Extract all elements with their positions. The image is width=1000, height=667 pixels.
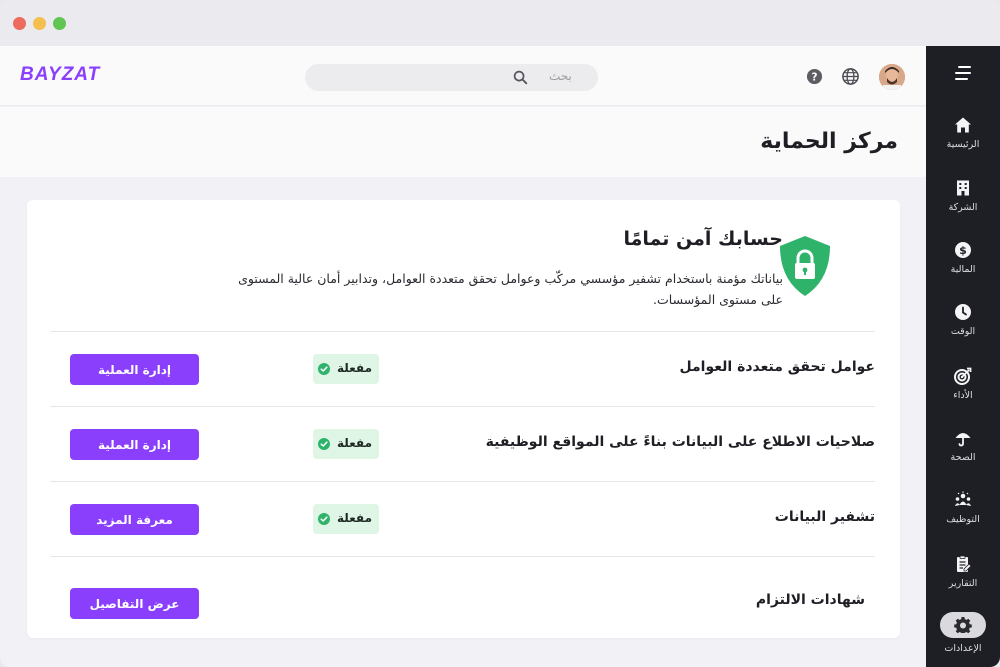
sidebar-item-label: الإعدادات: [944, 643, 982, 654]
help-icon[interactable]: ?: [806, 68, 823, 85]
close-window-button[interactable]: [13, 17, 26, 30]
minimize-window-button[interactable]: [33, 17, 46, 30]
manage-permissions-button[interactable]: إدارة العملية: [70, 429, 199, 460]
active-indicator: [940, 612, 986, 638]
check-circle-icon: [318, 513, 330, 525]
status-badge: مفعلة: [313, 354, 379, 384]
maximize-window-button[interactable]: [53, 17, 66, 30]
gear-icon: [954, 617, 972, 634]
sidebar: الرئيسية الشركة $ المالية الوقت الأداء ا…: [926, 46, 1000, 667]
search-input[interactable]: بحث: [305, 64, 598, 91]
top-header: BAYZAT بحث ?: [0, 46, 926, 106]
check-circle-icon: [318, 438, 330, 450]
bayzat-logo[interactable]: BAYZAT: [20, 64, 100, 86]
row-label: شهادات الالتزام: [755, 592, 865, 608]
search-placeholder: بحث: [549, 69, 572, 83]
sidebar-item-home[interactable]: الرئيسية: [926, 116, 1000, 168]
status-badge-label: مفعلة: [336, 361, 372, 375]
sidebar-item-recruitment[interactable]: التوظيف: [926, 491, 1000, 543]
report-icon: [957, 555, 972, 572]
avatar-image: [879, 64, 905, 90]
sidebar-item-label: الصحة: [950, 452, 976, 463]
sidebar-item-label: المالية: [950, 264, 976, 275]
check-circle-icon: [318, 363, 330, 375]
status-badge-label: مفعلة: [336, 511, 372, 525]
sidebar-item-performance[interactable]: الأداء: [926, 367, 1000, 419]
building-icon: [957, 180, 969, 196]
sidebar-item-label: الوقت: [950, 326, 976, 337]
page-title-bar: مركز الحماية: [0, 107, 926, 177]
clock-icon: [955, 304, 971, 320]
security-status-description: بياناتك مؤمنة باستخدام تشفير مؤسسي مركّب…: [238, 271, 783, 307]
sidebar-item-time[interactable]: الوقت: [926, 303, 1000, 355]
sidebar-item-settings[interactable]: الإعدادات: [926, 612, 1000, 664]
sidebar-item-label: الرئيسية: [946, 139, 980, 150]
security-row-access-permissions: صلاحيات الاطلاع على البيانات بناءً على ا…: [50, 406, 875, 481]
sidebar-item-finance[interactable]: $ المالية: [926, 241, 1000, 293]
row-label: صلاحيات الاطلاع على البيانات بناءً على ا…: [485, 434, 875, 450]
dollar-icon: $: [955, 242, 971, 258]
sidebar-item-label: الشركة: [948, 202, 978, 213]
svg-text:?: ?: [811, 71, 817, 83]
svg-text:$: $: [959, 244, 967, 257]
sidebar-item-label: التوظيف: [946, 514, 980, 525]
security-row-compliance: شهادات الالتزام عرض التفاصيل: [50, 556, 875, 638]
manage-mfa-button[interactable]: إدارة العملية: [70, 354, 199, 385]
window-titlebar: [0, 0, 1000, 46]
sidebar-item-label: التقارير: [948, 578, 978, 589]
status-badge: مفعلة: [313, 504, 379, 534]
security-row-encryption: تشفير البيانات مفعلة معرفة المزيد: [50, 481, 875, 556]
people-icon: [954, 491, 972, 506]
user-avatar[interactable]: [879, 64, 905, 90]
security-status-title: حسابك آمن تمامًا: [623, 228, 784, 250]
search-icon: [513, 70, 528, 85]
learn-more-button[interactable]: معرفة المزيد: [70, 504, 199, 535]
umbrella-icon: [955, 433, 971, 447]
security-row-mfa: عوامل تحقق متعددة العوامل مفعلة إدارة ال…: [50, 331, 875, 406]
status-badge: مفعلة: [313, 429, 379, 459]
home-icon: [955, 117, 971, 133]
shield-lock-icon: [780, 236, 830, 296]
menu-icon[interactable]: [955, 66, 971, 80]
row-label: تشفير البيانات: [774, 509, 875, 525]
row-label: عوامل تحقق متعددة العوامل: [679, 359, 876, 375]
target-icon: [954, 367, 972, 385]
view-details-button[interactable]: عرض التفاصيل: [70, 588, 199, 619]
sidebar-item-label: الأداء: [953, 390, 973, 401]
sidebar-item-health[interactable]: الصحة: [926, 429, 1000, 481]
globe-icon[interactable]: [841, 67, 860, 86]
page-title: مركز الحماية: [760, 129, 898, 154]
sidebar-item-reports[interactable]: التقارير: [926, 555, 1000, 607]
sidebar-item-company[interactable]: الشركة: [926, 179, 1000, 231]
status-badge-label: مفعلة: [336, 436, 372, 450]
app-window: BAYZAT بحث ? مركز الحماية حسابك آمن تمام…: [0, 0, 1000, 667]
